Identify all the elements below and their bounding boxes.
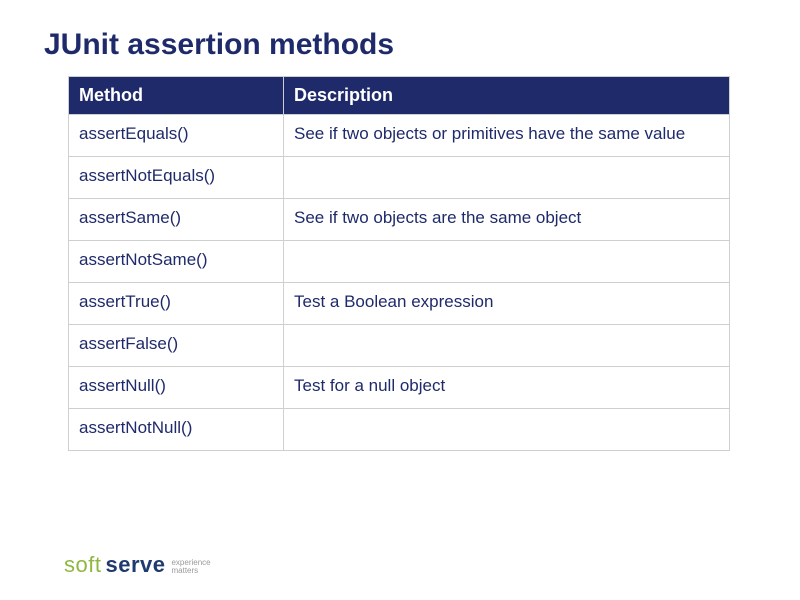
table-row: assertEquals() See if two objects or pri… — [69, 115, 730, 157]
table-row: assertNull() Test for a null object — [69, 366, 730, 408]
logo-tagline: experience matters — [171, 559, 210, 576]
cell-description — [284, 156, 730, 198]
header-description: Description — [284, 77, 730, 115]
table-row: assertSame() See if two objects are the … — [69, 198, 730, 240]
cell-method: assertFalse() — [69, 324, 284, 366]
table-row: assertTrue() Test a Boolean expression — [69, 282, 730, 324]
cell-method: assertNotNull() — [69, 408, 284, 450]
cell-description — [284, 240, 730, 282]
table-row: assertNotNull() — [69, 408, 730, 450]
slide-title: JUnit assertion methods — [0, 0, 800, 76]
cell-method: assertNull() — [69, 366, 284, 408]
cell-method: assertNotSame() — [69, 240, 284, 282]
cell-method: assertEquals() — [69, 115, 284, 157]
cell-description: See if two objects are the same object — [284, 198, 730, 240]
cell-description — [284, 408, 730, 450]
cell-method: assertSame() — [69, 198, 284, 240]
table-row: assertNotSame() — [69, 240, 730, 282]
table-header-row: Method Description — [69, 77, 730, 115]
methods-table: Method Description assertEquals() See if… — [68, 76, 730, 451]
cell-method: assertTrue() — [69, 282, 284, 324]
cell-description: Test a Boolean expression — [284, 282, 730, 324]
logo-tagline-2: matters — [171, 567, 210, 575]
logo-part-soft: soft — [64, 552, 101, 578]
cell-description — [284, 324, 730, 366]
table-row: assertFalse() — [69, 324, 730, 366]
footer-logo: softserve experience matters — [64, 552, 211, 578]
logo-part-serve: serve — [105, 552, 165, 578]
header-method: Method — [69, 77, 284, 115]
methods-table-container: Method Description assertEquals() See if… — [68, 76, 730, 451]
cell-description: See if two objects or primitives have th… — [284, 115, 730, 157]
table-row: assertNotEquals() — [69, 156, 730, 198]
cell-method: assertNotEquals() — [69, 156, 284, 198]
cell-description: Test for a null object — [284, 366, 730, 408]
